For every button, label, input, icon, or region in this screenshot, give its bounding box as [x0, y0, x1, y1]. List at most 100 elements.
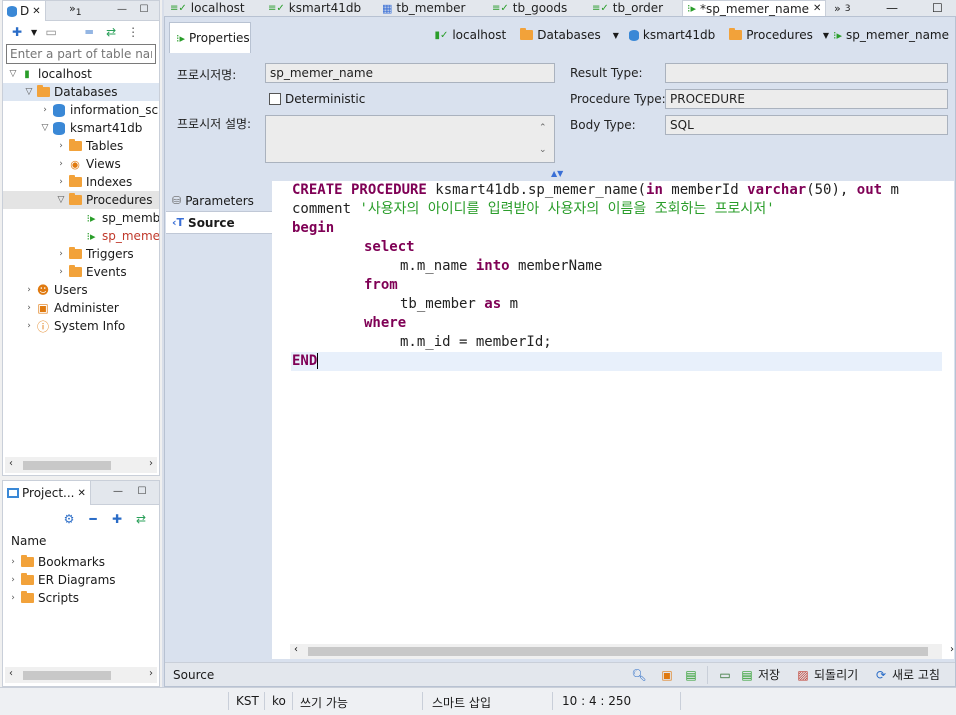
chevron-right-icon[interactable]: ›: [55, 249, 67, 259]
editor-tab-tb-goods[interactable]: ≡✓ tb_goods: [492, 0, 567, 16]
tree-node-ksmart41db[interactable]: ▽ ksmart41db: [3, 119, 159, 137]
link-editor-icon[interactable]: ⇄: [103, 24, 119, 40]
tree-node-triggers[interactable]: › Triggers: [3, 245, 159, 263]
breadcrumb-databases[interactable]: Databases ▼: [520, 28, 619, 42]
db-nav-hscrollbar[interactable]: ‹ ›: [5, 457, 157, 473]
scroll-right-icon[interactable]: ›: [149, 458, 153, 469]
gear-icon[interactable]: ⚙: [61, 511, 77, 527]
chevron-down-icon[interactable]: ▽: [23, 87, 35, 97]
tree-node-system-info[interactable]: › ⓘ System Info: [3, 317, 159, 335]
collapse-all-icon[interactable]: ━: [85, 511, 101, 527]
procedure-name-field[interactable]: sp_memer_name: [265, 63, 555, 83]
expand-all-icon[interactable]: ✚: [109, 511, 125, 527]
splitter-arrows-icon[interactable]: ▲▼: [551, 169, 563, 178]
scroll-left-icon[interactable]: ‹: [9, 458, 13, 469]
procedure-description-field[interactable]: [265, 115, 555, 163]
breadcrumb-procedures[interactable]: Procedures ▼: [729, 28, 829, 42]
close-icon[interactable]: ✕: [813, 3, 821, 14]
project-item-er-diagrams[interactable]: › ER Diagrams: [7, 571, 116, 589]
tree-node-views[interactable]: › ◉ Views: [3, 155, 159, 173]
editor-tab-tb-order[interactable]: ≡✓ tb_order: [592, 0, 663, 16]
tree-node-connection[interactable]: ▽ ▮ localhost: [3, 65, 159, 83]
chevron-down-icon[interactable]: ▼: [31, 28, 37, 37]
tree-node-indexes[interactable]: › Indexes: [3, 173, 159, 191]
breadcrumb-sp-memer-name[interactable]: ⁝▸ sp_memer_name: [833, 28, 949, 42]
chevron-down-icon[interactable]: ▽: [39, 123, 51, 133]
tree-node-proc2[interactable]: ⁝▸ sp_meme: [3, 227, 159, 245]
source-tab[interactable]: ‹T Source: [166, 212, 272, 234]
maximize-icon[interactable]: ☐: [135, 485, 149, 499]
view-menu-icon[interactable]: ⋮: [125, 24, 141, 40]
tree-node-proc1[interactable]: ⁝▸ sp_memb: [3, 209, 159, 227]
revert-button[interactable]: ▨ 되돌리기: [795, 666, 858, 683]
chevron-right-icon[interactable]: ›: [55, 159, 67, 169]
open-folder-icon[interactable]: ▣: [659, 667, 675, 683]
chevron-right-icon[interactable]: ›: [55, 267, 67, 277]
sql-source-editor[interactable]: CREATE PROCEDURE ksmart41db.sp_memer_nam…: [272, 181, 942, 659]
breadcrumb-localhost[interactable]: ▮✓ localhost: [434, 28, 506, 42]
chevron-down-icon[interactable]: ▼: [613, 31, 619, 40]
body-type-field[interactable]: SQL: [665, 115, 948, 135]
description-scroll-arrows[interactable]: ⌃ ⌄: [539, 117, 547, 161]
scroll-left-icon[interactable]: ‹: [294, 644, 298, 655]
collapse-all-icon[interactable]: ═: [81, 24, 97, 40]
properties-tab[interactable]: ⁝▸ Properties: [169, 22, 251, 53]
tab-overflow[interactable]: »1: [69, 2, 82, 18]
scroll-thumb[interactable]: [23, 461, 111, 470]
new-folder-icon[interactable]: ▭: [43, 24, 59, 40]
chevron-down-icon[interactable]: ▼: [823, 31, 829, 40]
chevron-right-icon[interactable]: ›: [23, 285, 35, 295]
maximize-icon[interactable]: ☐: [137, 3, 151, 17]
parameters-tab[interactable]: ⛁ Parameters: [166, 190, 272, 212]
tree-node-events[interactable]: › Events: [3, 263, 159, 281]
maximize-icon[interactable]: ☐: [932, 0, 943, 16]
code-vscrollbar[interactable]: [942, 181, 954, 659]
chevron-right-icon[interactable]: ›: [23, 321, 35, 331]
table-filter-input[interactable]: [6, 44, 156, 64]
chevron-right-icon[interactable]: ›: [55, 141, 67, 151]
new-connection-icon[interactable]: ✚: [9, 24, 25, 40]
close-icon[interactable]: ✕: [78, 488, 86, 499]
editor-tab-ksmart41db[interactable]: ≡✓ ksmart41db: [268, 0, 361, 16]
tree-node-administer[interactable]: › ▣ Administer: [3, 299, 159, 317]
save-to-file-icon[interactable]: ▤: [683, 667, 699, 683]
chevron-down-icon[interactable]: ▽: [55, 195, 67, 205]
chevron-right-icon[interactable]: ›: [39, 105, 51, 115]
editor-tab-localhost[interactable]: ≡✓ localhost: [170, 0, 245, 16]
tree-node-information-schema[interactable]: › information_sc: [3, 101, 159, 119]
search-icon[interactable]: 🔍︎: [631, 667, 647, 683]
chevron-right-icon[interactable]: ›: [7, 575, 19, 585]
chevron-right-icon[interactable]: ›: [23, 303, 35, 313]
editor-tab-sp-memer-name[interactable]: ⁝▸ *sp_memer_name ✕: [682, 0, 827, 16]
scroll-thumb[interactable]: [23, 671, 111, 680]
breadcrumb-ksmart41db[interactable]: ksmart41db: [628, 28, 715, 42]
result-type-field[interactable]: [665, 63, 948, 83]
chevron-right-icon[interactable]: ›: [7, 557, 19, 567]
editor-tab-tb-member[interactable]: ▦ tb_member: [382, 0, 465, 16]
procedure-type-field[interactable]: PROCEDURE: [665, 89, 948, 109]
tree-node-databases[interactable]: ▽ Databases: [3, 83, 159, 101]
chevron-right-icon[interactable]: ›: [55, 177, 67, 187]
projects-tab[interactable]: Project... ✕: [3, 481, 91, 505]
tree-node-procedures[interactable]: ▽ Procedures: [3, 191, 159, 209]
scroll-right-icon[interactable]: ›: [950, 644, 954, 655]
project-item-scripts[interactable]: › Scripts: [7, 589, 116, 607]
link-editor-icon[interactable]: ⇄: [133, 511, 149, 527]
scroll-thumb[interactable]: [308, 647, 928, 656]
terminal-icon[interactable]: ▭: [717, 667, 733, 683]
code-hscrollbar[interactable]: ‹ ›: [290, 644, 954, 659]
minimize-icon[interactable]: —: [111, 485, 125, 499]
db-nav-tab[interactable]: D ✕: [3, 1, 46, 21]
checkbox-box[interactable]: [269, 93, 281, 105]
scroll-left-icon[interactable]: ‹: [9, 668, 13, 679]
tree-node-users[interactable]: › ☻ Users: [3, 281, 159, 299]
deterministic-checkbox[interactable]: Deterministic: [269, 92, 365, 106]
close-icon[interactable]: ✕: [32, 6, 40, 17]
project-item-bookmarks[interactable]: › Bookmarks: [7, 553, 116, 571]
minimize-icon[interactable]: —: [886, 0, 898, 16]
refresh-button[interactable]: ⟳ 새로 고침: [873, 666, 940, 683]
save-button[interactable]: ▤ 저장: [739, 666, 780, 683]
projects-hscrollbar[interactable]: ‹ ›: [5, 667, 157, 683]
tree-node-tables[interactable]: › Tables: [3, 137, 159, 155]
chevron-down-icon[interactable]: ▽: [7, 69, 19, 79]
